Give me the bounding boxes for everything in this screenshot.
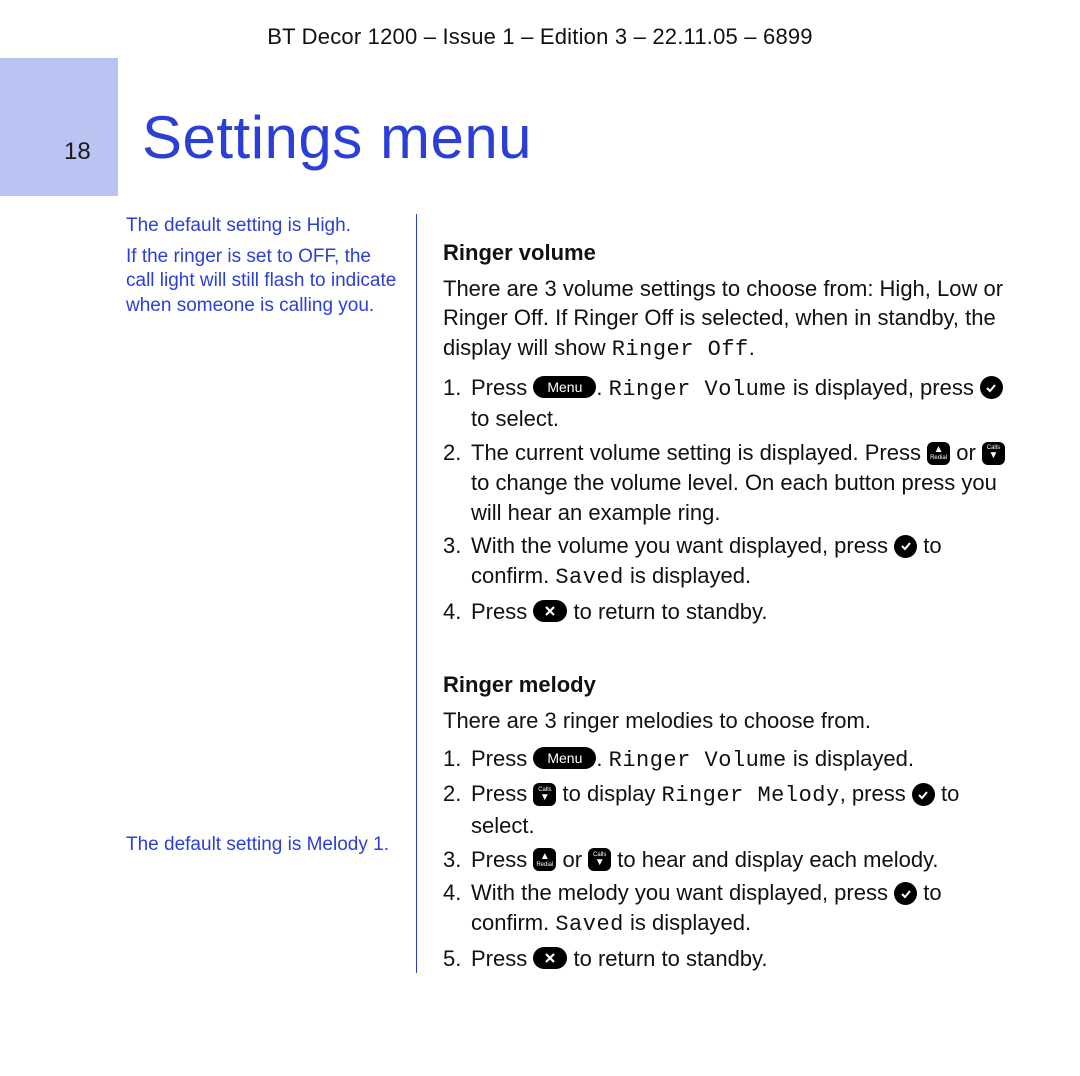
step-number: 3.: [443, 531, 471, 592]
step-number: 2.: [443, 779, 471, 840]
cancel-button-icon: [533, 600, 567, 622]
text: Press: [471, 847, 533, 872]
lcd-text: Ringer Melody: [662, 783, 840, 808]
text: Press: [471, 746, 533, 771]
ok-button-icon: [894, 535, 917, 558]
step: 5. Press to return to standby.: [443, 944, 1020, 974]
down-calls-button-icon: Calls▼: [588, 848, 611, 871]
main-column: Ringer volume There are 3 volume setting…: [417, 214, 1020, 973]
step-number: 4.: [443, 878, 471, 939]
text: to return to standby.: [573, 599, 767, 624]
document-header: BT Decor 1200 – Issue 1 – Edition 3 – 22…: [60, 24, 1020, 50]
text: is displayed.: [787, 746, 914, 771]
step-number: 2.: [443, 438, 471, 527]
text: to return to standby.: [573, 946, 767, 971]
menu-button-icon: Menu: [533, 376, 596, 398]
text: Press: [471, 599, 533, 624]
step: 1. Press Menu. Ringer Volume is displaye…: [443, 744, 1020, 776]
text: is displayed.: [624, 563, 751, 588]
down-calls-button-icon: Calls▼: [982, 442, 1005, 465]
side-spacer: [126, 325, 398, 833]
up-redial-button-icon: ▲Redial: [927, 442, 950, 465]
section-ringer-melody-title: Ringer melody: [443, 670, 1020, 700]
step-number: 4.: [443, 597, 471, 627]
ringer-melody-intro: There are 3 ringer melodies to choose fr…: [443, 706, 1020, 736]
ok-button-icon: [894, 882, 917, 905]
step-number: 1.: [443, 373, 471, 434]
ok-button-icon: [980, 376, 1003, 399]
text: to change the volume level. On each butt…: [471, 470, 997, 525]
step: 3. Press ▲Redial or Calls▼ to hear and d…: [443, 845, 1020, 875]
text: .: [749, 335, 755, 360]
text: .: [596, 746, 608, 771]
step-body: Press Menu. Ringer Volume is displayed, …: [471, 373, 1020, 434]
page-title: Settings menu: [142, 103, 532, 172]
lcd-text: Ringer Off: [612, 337, 749, 362]
ok-button-icon: [912, 783, 935, 806]
section-ringer-volume-title: Ringer volume: [443, 238, 1020, 268]
text: Press: [471, 781, 533, 806]
side-note-melody-default: The default setting is Melody 1.: [126, 833, 398, 858]
side-note-volume-off: If the ringer is set to OFF, the call li…: [126, 245, 398, 319]
step: 2. The current volume setting is display…: [443, 438, 1020, 527]
step-body: Press Calls▼ to display Ringer Melody, p…: [471, 779, 1020, 840]
step-body: Press Menu. Ringer Volume is displayed.: [471, 744, 1020, 776]
icon-label: Redial: [536, 862, 553, 868]
ringer-volume-intro: There are 3 volume settings to choose fr…: [443, 274, 1020, 365]
step-body: Press to return to standby.: [471, 597, 1020, 627]
down-calls-button-icon: Calls▼: [533, 783, 556, 806]
text: With the volume you want displayed, pres…: [471, 533, 894, 558]
step: 3. With the volume you want displayed, p…: [443, 531, 1020, 592]
text: or: [956, 440, 982, 465]
text: Press: [471, 946, 533, 971]
up-redial-button-icon: ▲Redial: [533, 848, 556, 871]
step-body: Press to return to standby.: [471, 944, 1020, 974]
text: to select.: [471, 406, 559, 431]
step: 4. Press to return to standby.: [443, 597, 1020, 627]
text: .: [596, 375, 608, 400]
step: 2. Press Calls▼ to display Ringer Melody…: [443, 779, 1020, 840]
step-body: The current volume setting is displayed.…: [471, 438, 1020, 527]
page-number: 18: [64, 138, 91, 166]
side-column: The default setting is High. If the ring…: [126, 214, 416, 973]
lcd-text: Ringer Volume: [609, 748, 787, 773]
text: is displayed.: [624, 910, 751, 935]
text: to display: [562, 781, 661, 806]
text: With the melody you want displayed, pres…: [471, 880, 894, 905]
step: 4. With the melody you want displayed, p…: [443, 878, 1020, 939]
lcd-text: Ringer Volume: [609, 377, 787, 402]
icon-label: Redial: [930, 455, 947, 461]
menu-button-icon: Menu: [533, 747, 596, 769]
lcd-text: Saved: [555, 912, 624, 937]
step-body: Press ▲Redial or Calls▼ to hear and disp…: [471, 845, 1020, 875]
text: Press: [471, 375, 533, 400]
step-number: 3.: [443, 845, 471, 875]
text: is displayed, press: [787, 375, 980, 400]
step-body: With the volume you want displayed, pres…: [471, 531, 1020, 592]
text: or: [562, 847, 588, 872]
step-number: 5.: [443, 944, 471, 974]
step: 1. Press Menu. Ringer Volume is displaye…: [443, 373, 1020, 434]
text: , press: [840, 781, 912, 806]
page: BT Decor 1200 – Issue 1 – Edition 3 – 22…: [0, 0, 1080, 1076]
content-area: The default setting is High. If the ring…: [126, 214, 1020, 973]
step-body: With the melody you want displayed, pres…: [471, 878, 1020, 939]
icon-label: Menu: [547, 380, 582, 394]
side-note-volume-default: The default setting is High.: [126, 214, 398, 239]
icon-label: Menu: [547, 751, 582, 765]
cancel-button-icon: [533, 947, 567, 969]
title-row: 18 Settings menu: [60, 68, 1020, 206]
lcd-text: Saved: [555, 565, 624, 590]
text: The current volume setting is displayed.…: [471, 440, 927, 465]
text: to hear and display each melody.: [617, 847, 938, 872]
step-number: 1.: [443, 744, 471, 776]
